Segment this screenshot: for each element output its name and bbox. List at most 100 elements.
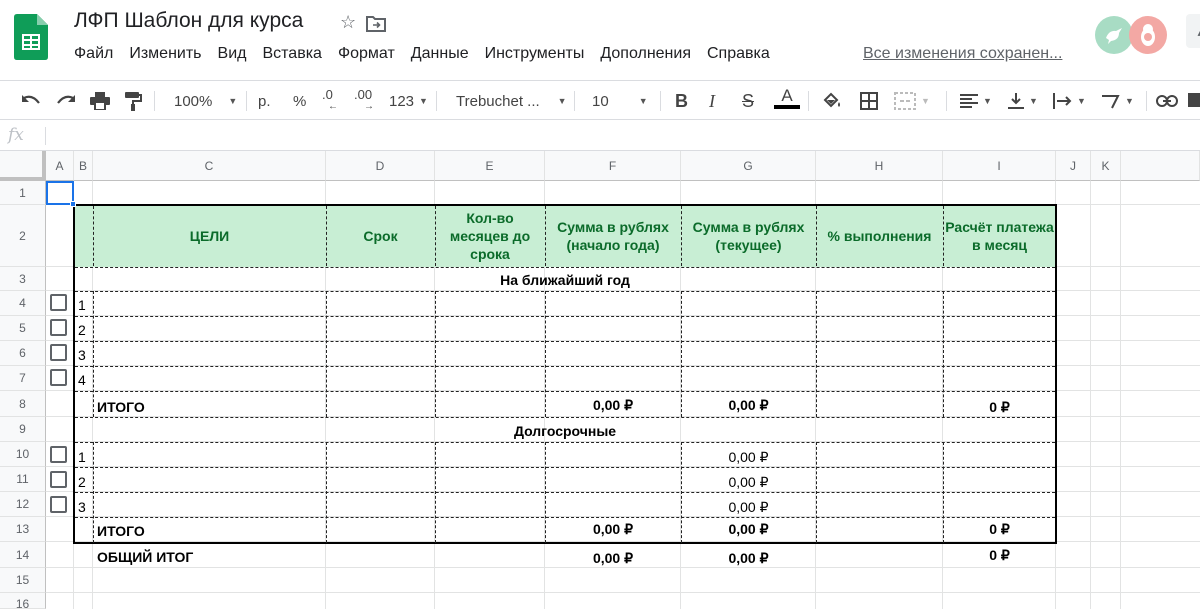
formula-bar: fx [0,121,1200,151]
goal-checkbox[interactable] [50,446,67,463]
fill-color-icon[interactable] [822,87,842,115]
goal-checkbox[interactable] [50,471,67,488]
menu-view[interactable]: Вид [210,45,255,63]
column-header-a[interactable]: A [46,151,74,181]
column-header-f[interactable]: F [545,151,681,181]
row-header-4[interactable]: 4 [0,291,46,316]
current-sum-value: 0,00 ₽ [728,474,769,490]
bold-icon[interactable]: B [675,87,688,115]
text-rotation-icon[interactable]: ▼ [1100,87,1134,115]
section-title-short-term: На ближайший год [500,271,630,288]
fill-handle[interactable] [70,201,76,207]
increase-decimal-button[interactable]: .00 → [354,87,374,115]
zoom-value: 100% [174,92,213,110]
insert-link-icon[interactable] [1156,87,1178,115]
header-months: Кол-во месяцев до срока [449,210,531,262]
select-all-corner[interactable] [0,151,46,181]
header-percent: % выполнения [827,228,932,244]
menu-tools[interactable]: Инструменты [477,45,593,63]
document-title[interactable]: ЛФП Шаблон для курса [74,9,303,33]
horizontal-align-icon[interactable]: ▼ [960,87,992,115]
percent-format-button[interactable]: % [293,87,306,115]
collaborator-avatar[interactable] [1095,16,1133,54]
row-header-16[interactable]: 16 [0,593,46,609]
column-header-j[interactable]: J [1056,151,1091,181]
column-header-k[interactable]: K [1091,151,1121,181]
column-header-c[interactable]: C [93,151,326,181]
goal-checkbox[interactable] [50,294,67,311]
menu-edit[interactable]: Изменить [121,45,209,63]
text-color-icon[interactable]: A [774,87,800,115]
column-header-i[interactable]: I [943,151,1056,181]
fx-icon: fx [8,125,24,145]
redo-icon[interactable] [55,87,77,115]
save-status-link[interactable]: Все изменения сохранен... [863,45,1062,63]
row-header-1[interactable]: 1 [0,181,46,205]
font-size-select[interactable]: 10 ▼ [592,87,648,115]
more-formats-select[interactable]: 123 ▼ [389,87,428,115]
zoom-select[interactable]: 100% ▼ [174,87,237,115]
menu-data[interactable]: Данные [403,45,477,63]
goal-checkbox[interactable] [50,319,67,336]
column-header-b[interactable]: B [74,151,93,181]
row-header-6[interactable]: 6 [0,341,46,366]
row-header-8[interactable]: 8 [0,391,46,417]
row-header-7[interactable]: 7 [0,366,46,391]
goal-number: 2 [78,474,86,490]
undo-icon[interactable] [20,87,42,115]
spreadsheet-grid: A B C D E F G H I J K 1 2 3 4 5 6 7 8 9 … [0,151,1200,609]
borders-icon[interactable] [860,87,878,115]
formula-input[interactable] [52,127,1192,147]
current-sum-value: 0,00 ₽ [728,499,769,515]
menu-insert[interactable]: Вставка [254,45,329,63]
row-header-9[interactable]: 9 [0,417,46,442]
row-header-15[interactable]: 15 [0,568,46,593]
penguin-icon [1141,24,1155,46]
row-header-5[interactable]: 5 [0,316,46,341]
row-header-3[interactable]: 3 [0,267,46,291]
strikethrough-icon[interactable]: S [742,87,754,115]
row-header-11[interactable]: 11 [0,467,46,492]
goal-checkbox[interactable] [50,369,67,386]
insert-comment-icon[interactable] [1188,87,1200,115]
paint-format-icon[interactable] [124,87,142,115]
row-header-12[interactable]: 12 [0,492,46,517]
total-sum-start: 0,00 ₽ [592,521,634,537]
print-icon[interactable] [90,87,110,115]
grand-total-label: ОБЩИЙ ИТОГ [97,549,194,565]
merge-cells-icon[interactable]: ▼ [894,87,930,115]
row-header-2[interactable]: 2 [0,205,46,267]
font-family-select[interactable]: Trebuchet ... ▼ [456,87,567,115]
currency-label: р. [258,92,271,110]
menu-format[interactable]: Формат [330,45,403,63]
collapse-header-button[interactable]: ▴ [1186,14,1200,48]
row-header-13[interactable]: 13 [0,517,46,542]
collaborator-avatar[interactable] [1129,16,1167,54]
column-header-e[interactable]: E [435,151,545,181]
sheets-logo-icon[interactable] [14,14,48,60]
row-header-14[interactable]: 14 [0,542,46,568]
row-header-10[interactable]: 10 [0,442,46,467]
goal-number: 3 [78,347,86,363]
menu-help[interactable]: Справка [699,45,778,63]
goal-checkbox[interactable] [50,496,67,513]
move-folder-icon[interactable] [366,15,387,33]
text-wrapping-icon[interactable]: ▼ [1052,87,1086,115]
column-header-h[interactable]: H [816,151,943,181]
italic-icon[interactable]: I [709,87,715,115]
dropdown-arrow-icon: ▼ [638,96,648,106]
column-header-d[interactable]: D [326,151,435,181]
menu-addons[interactable]: Дополнения [592,45,699,63]
column-header-g[interactable]: G [681,151,816,181]
total-label: ИТОГО [97,399,145,415]
star-icon[interactable]: ☆ [340,12,356,33]
vertical-align-icon[interactable]: ▼ [1008,87,1038,115]
menu-file[interactable]: Файл [66,45,121,63]
decrease-decimal-button[interactable]: .0 ← [322,87,338,115]
goal-checkbox[interactable] [50,344,67,361]
font-family-value: Trebuchet ... [456,92,540,110]
total-sum-start: 0,00 ₽ [592,397,634,413]
currency-format-button[interactable]: р. [258,87,271,115]
header-sum-start: Сумма в рублях (начало года) [557,219,669,253]
font-size-value: 10 [592,92,609,110]
